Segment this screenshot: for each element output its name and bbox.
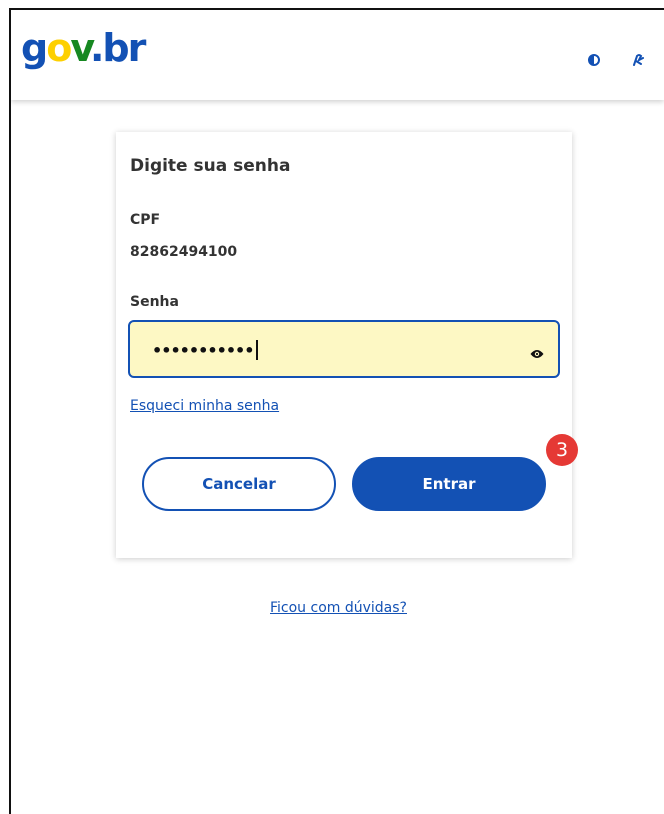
contrast-icon[interactable]	[586, 52, 602, 68]
help-link: Ficou com dúvidas?	[270, 600, 407, 616]
password-label: Senha	[130, 294, 179, 310]
govbr-logo[interactable]: gov.br	[21, 28, 146, 68]
forgot-password-link[interactable]: Esqueci minha senha	[130, 398, 279, 414]
password-value: •••••••••••	[152, 340, 258, 360]
vlibras-icon[interactable]	[630, 52, 646, 68]
enter-button[interactable]: Entrar	[352, 457, 546, 511]
header: gov.br	[11, 10, 664, 100]
login-card: Digite sua senha CPF 82862494100 Senha •…	[116, 132, 578, 558]
cancel-button[interactable]: Cancelar	[142, 457, 336, 511]
password-input[interactable]: •••••••••••	[128, 320, 560, 378]
browser-viewport: gov.br Digite sua senha CPF 82862494100 …	[9, 8, 664, 814]
step-badge: 3	[546, 434, 578, 466]
cpf-value: 82862494100	[130, 244, 238, 260]
eye-icon[interactable]	[530, 344, 544, 358]
cpf-label: CPF	[130, 212, 161, 228]
card-title: Digite sua senha	[130, 156, 291, 176]
text-caret	[255, 340, 258, 360]
